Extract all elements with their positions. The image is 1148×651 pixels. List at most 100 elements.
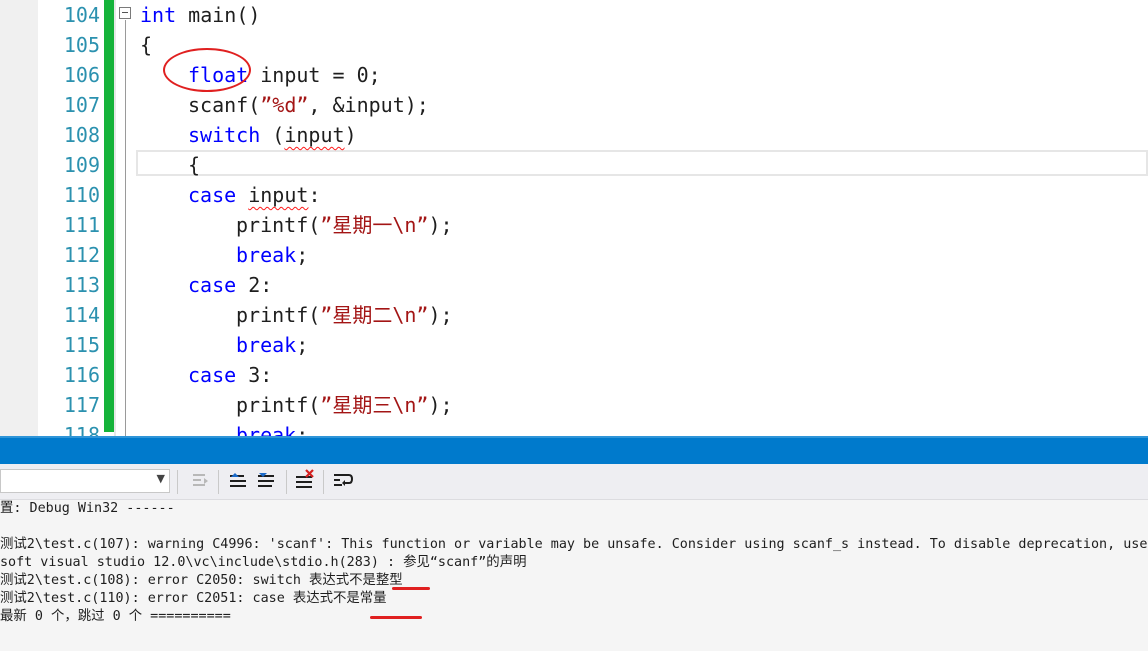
toolbar-separator <box>177 470 178 494</box>
code-text: input = 0; <box>248 63 381 87</box>
line-number: 106 <box>63 63 100 87</box>
error-squiggle-token[interactable]: input <box>248 183 308 207</box>
goto-previous-message-button[interactable] <box>227 469 251 493</box>
code-line[interactable]: break; <box>236 420 308 436</box>
keyword-token: break <box>236 243 297 267</box>
code-text: printf( <box>236 303 321 327</box>
output-line[interactable]: 测试2\test.c(110): error C2051: case 表达式不是… <box>0 590 387 608</box>
line-number: 110 <box>63 183 100 207</box>
toolbar-separator <box>323 470 324 494</box>
code-text: scanf( <box>188 93 261 117</box>
change-tracking-bar <box>104 0 114 432</box>
line-number: 105 <box>63 33 100 57</box>
chevron-down-icon[interactable]: ▼ <box>157 472 165 485</box>
code-line[interactable]: case 2: <box>188 270 272 300</box>
output-text-area[interactable]: 置: Debug Win32 ------ 测试2\test.c(107): w… <box>0 500 1148 651</box>
keyword-token: break <box>236 333 297 357</box>
toolbar-separator <box>218 470 219 494</box>
keyword-token: switch <box>188 123 261 147</box>
code-text: ); <box>428 393 453 417</box>
collapse-toggle-icon[interactable] <box>119 7 131 19</box>
clear-all-button[interactable] <box>293 469 317 493</box>
goto-next-message-button[interactable] <box>255 469 279 493</box>
output-line[interactable]: soft visual studio 12.0\vc\include\stdio… <box>0 554 526 572</box>
line-number: 114 <box>63 303 100 327</box>
code-text: : <box>308 183 321 207</box>
current-line-highlight <box>136 150 1148 176</box>
line-number: 115 <box>63 333 100 357</box>
line-number: 112 <box>63 243 100 267</box>
goto-prev-message-icon <box>230 473 246 487</box>
string-token: ”星期一\n” <box>320 213 429 237</box>
code-text: ); <box>428 303 453 327</box>
code-text: printf( <box>236 393 321 417</box>
code-text: { <box>140 33 153 57</box>
string-token: ”星期二\n” <box>320 303 429 327</box>
line-number: 109 <box>63 153 100 177</box>
code-text: printf( <box>236 213 321 237</box>
gutter-divider <box>114 0 116 436</box>
code-line[interactable]: case 3: <box>188 360 272 390</box>
code-text: ); <box>428 213 453 237</box>
string-token: ”%d” <box>260 93 309 117</box>
line-number: 117 <box>63 393 100 417</box>
code-line[interactable]: { <box>140 30 152 60</box>
keyword-token: int <box>140 3 177 27</box>
output-line[interactable]: 测试2\test.c(107): warning C4996: 'scanf':… <box>0 536 1147 554</box>
code-text: ; <box>296 243 309 267</box>
code-text: ; <box>296 333 309 357</box>
code-text: ) <box>344 123 357 147</box>
find-message-button[interactable] <box>188 469 212 493</box>
output-panel-title-bar[interactable] <box>0 436 1148 464</box>
code-line[interactable]: int main() <box>140 0 260 30</box>
toggle-word-wrap-button[interactable] <box>331 469 355 493</box>
annotation-underline <box>370 616 422 619</box>
output-line[interactable]: 测试2\test.c(108): error C2050: switch 表达式… <box>0 572 403 590</box>
annotation-circle <box>163 48 251 92</box>
toggle-word-wrap-icon <box>334 474 354 486</box>
code-text: , &input); <box>308 93 429 117</box>
line-number: 116 <box>63 363 100 387</box>
line-number: 118 <box>63 423 100 436</box>
code-text: { <box>188 153 201 177</box>
annotation-underline <box>392 587 430 590</box>
editor-left-margin <box>0 0 38 436</box>
keyword-token: case <box>188 273 237 297</box>
clear-all-icon <box>296 469 314 488</box>
output-line[interactable]: 最新 0 个，跳过 0 个 ========== <box>0 608 231 626</box>
code-text: 2: <box>236 273 273 297</box>
outline-guide-line <box>125 20 126 436</box>
goto-next-message-icon <box>258 473 274 487</box>
keyword-token: case <box>188 363 237 387</box>
code-text: 3: <box>236 363 273 387</box>
code-text: ; <box>296 423 309 436</box>
code-line[interactable]: printf(”星期一\n”); <box>236 210 453 240</box>
code-editor[interactable]: 104 105 106 107 108 109 110 111 112 113 … <box>0 0 1148 436</box>
output-line[interactable]: 置: Debug Win32 ------ <box>0 500 175 518</box>
error-squiggle-token[interactable]: input <box>284 123 344 147</box>
code-line[interactable]: case input: <box>188 180 320 210</box>
line-number: 104 <box>63 3 100 27</box>
line-number: 108 <box>63 123 100 147</box>
code-line[interactable]: break; <box>236 330 308 360</box>
code-line[interactable]: { <box>188 150 200 180</box>
code-line[interactable]: printf(”星期三\n”); <box>236 390 453 420</box>
output-panel-title-bar-highlight <box>0 436 1148 438</box>
keyword-token: break <box>236 423 297 436</box>
keyword-token: case <box>188 183 237 207</box>
toolbar-separator <box>286 470 287 494</box>
code-text: main() <box>176 3 261 27</box>
line-number: 107 <box>63 93 100 117</box>
output-toolbar <box>0 464 1148 500</box>
code-text: ( <box>260 123 285 147</box>
code-line[interactable]: break; <box>236 240 308 270</box>
code-line[interactable]: switch (input) <box>188 120 357 150</box>
string-token: ”星期三\n” <box>320 393 429 417</box>
code-line[interactable]: printf(”星期二\n”); <box>236 300 453 330</box>
line-number: 111 <box>63 213 100 237</box>
code-line[interactable]: scanf(”%d”, &input); <box>188 90 429 120</box>
line-number: 113 <box>63 273 100 297</box>
output-source-dropdown[interactable]: ▼ <box>0 469 170 493</box>
find-message-icon <box>193 474 208 486</box>
